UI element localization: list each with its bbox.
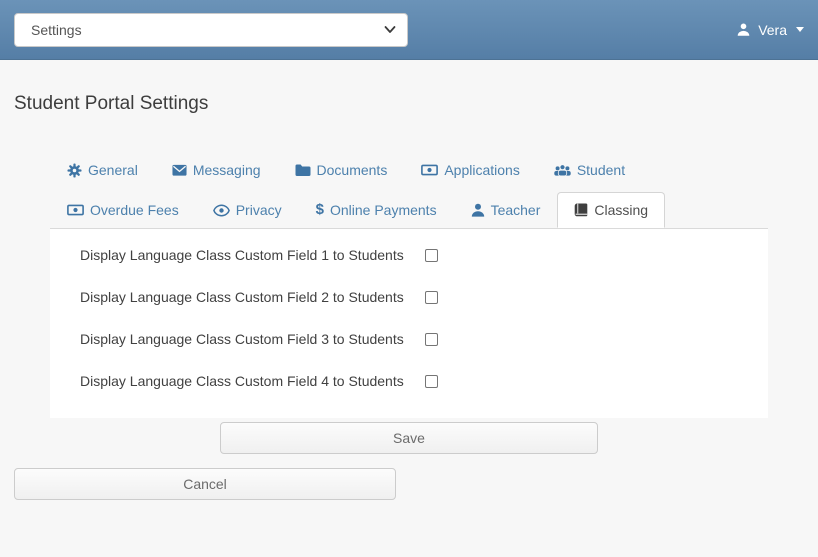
book-icon xyxy=(574,203,588,218)
person-icon xyxy=(736,22,751,37)
setting-label: Display Language Class Custom Field 4 to… xyxy=(80,373,425,389)
tab-label: Student xyxy=(577,162,625,178)
gear-icon xyxy=(67,163,82,178)
page-select-wrap: Settings xyxy=(14,13,408,47)
tab-label: Messaging xyxy=(193,162,261,178)
tab-documents[interactable]: Documents xyxy=(278,148,405,188)
tab-label: Overdue Fees xyxy=(90,202,179,218)
cancel-button[interactable]: Cancel xyxy=(14,468,396,500)
tab-teacher[interactable]: Teacher xyxy=(454,188,558,228)
tab-classing[interactable]: Classing xyxy=(557,188,665,228)
save-button[interactable]: Save xyxy=(220,422,598,454)
caret-down-icon xyxy=(796,27,804,32)
tab-label: Online Payments xyxy=(330,202,437,218)
tab-label: Applications xyxy=(444,162,520,178)
users-icon xyxy=(554,163,571,177)
tab-messaging[interactable]: Messaging xyxy=(155,148,278,188)
money-bill-icon xyxy=(421,163,438,177)
tab-label: Classing xyxy=(594,202,648,218)
tab-online-payments[interactable]: $ Online Payments xyxy=(299,188,454,228)
user-icon xyxy=(471,203,485,217)
setting-row: Display Language Class Custom Field 4 to… xyxy=(50,360,768,402)
tab-general[interactable]: General xyxy=(50,148,155,188)
tab-label: Privacy xyxy=(236,202,282,218)
custom-field-2-checkbox[interactable] xyxy=(425,291,438,304)
settings-page-select[interactable]: Settings xyxy=(14,13,408,47)
setting-label: Display Language Class Custom Field 2 to… xyxy=(80,289,425,305)
setting-row: Display Language Class Custom Field 2 to… xyxy=(50,276,768,318)
setting-row: Display Language Class Custom Field 3 to… xyxy=(50,318,768,360)
custom-field-3-checkbox[interactable] xyxy=(425,333,438,346)
custom-field-4-checkbox[interactable] xyxy=(425,375,438,388)
classing-settings-panel: Display Language Class Custom Field 1 to… xyxy=(50,229,768,418)
user-name: Vera xyxy=(758,22,787,38)
top-navbar: Settings Vera xyxy=(0,0,818,60)
tab-student[interactable]: Student xyxy=(537,148,642,188)
eye-icon xyxy=(213,204,230,217)
user-menu[interactable]: Vera xyxy=(736,22,804,38)
tab-overdue-fees[interactable]: Overdue Fees xyxy=(50,188,196,228)
tab-privacy[interactable]: Privacy xyxy=(196,188,299,228)
tab-label: Teacher xyxy=(491,202,541,218)
setting-row: Display Language Class Custom Field 1 to… xyxy=(50,234,768,276)
settings-tabs: General Messaging Documents Applications… xyxy=(50,148,768,229)
main-container: General Messaging Documents Applications… xyxy=(50,148,768,454)
folder-icon xyxy=(295,163,311,177)
tab-label: General xyxy=(88,162,138,178)
setting-label: Display Language Class Custom Field 1 to… xyxy=(80,247,425,263)
page-title: Student Portal Settings xyxy=(14,93,804,115)
custom-field-1-checkbox[interactable] xyxy=(425,249,438,262)
envelope-icon xyxy=(172,163,187,177)
tab-applications[interactable]: Applications xyxy=(404,148,537,188)
tab-label: Documents xyxy=(317,162,388,178)
setting-label: Display Language Class Custom Field 3 to… xyxy=(80,331,425,347)
money-bill-icon xyxy=(67,203,84,217)
